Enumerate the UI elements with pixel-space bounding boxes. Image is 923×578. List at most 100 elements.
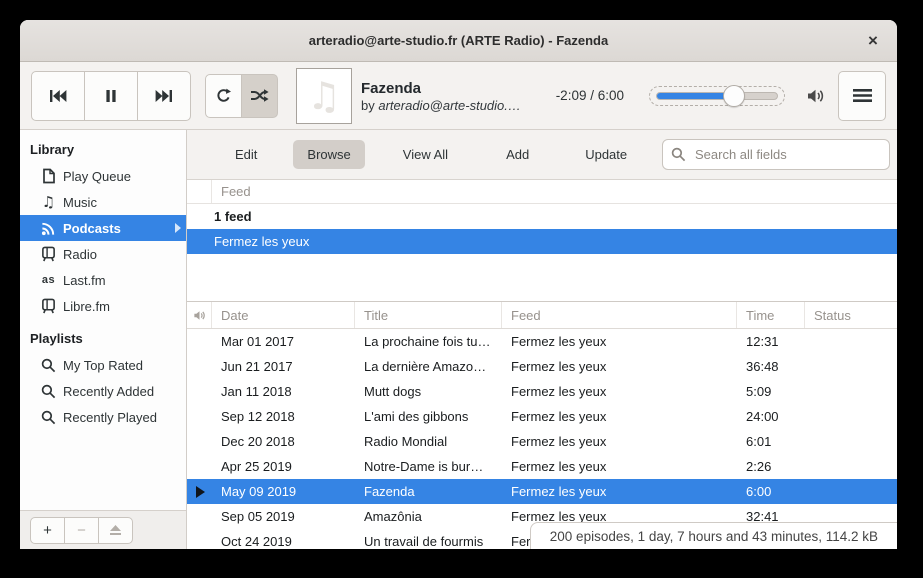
sidebar-item-music[interactable]: Music [20,189,186,215]
sidebar-item-my-top-rated[interactable]: My Top Rated [20,352,186,378]
table-row-selected[interactable]: May 09 2019 Fazenda Fermez les yeux 6:00 [187,479,897,504]
table-row[interactable]: Sep 12 2018 L'ami des gibbons Fermez les… [187,404,897,429]
search-icon [40,383,57,400]
table-row[interactable]: Apr 25 2019 Notre-Dame is bur… Fermez le… [187,454,897,479]
sidebar-item-recently-played[interactable]: Recently Played [20,404,186,430]
radio-icon [40,298,57,315]
sidebar-item-play-queue[interactable]: Play Queue [20,163,186,189]
app-window: arteradio@arte-studio.fr (ARTE Radio) - … [20,20,897,549]
sidebar-toolbar: + − [20,510,186,549]
previous-button[interactable] [31,71,85,121]
sidebar-item-librefm[interactable]: Libre.fm [20,293,186,319]
sidebar-item-label: Libre.fm [63,299,110,314]
minus-icon: − [77,522,86,539]
repeat-button[interactable] [205,74,242,118]
status-badge: 200 episodes, 1 day, 7 hours and 43 minu… [530,522,897,549]
sidebar-item-label: Recently Added [63,384,154,399]
track-artist: by arteradio@arte-studio.… [361,98,547,113]
source-toolbar: Edit Browse View All Add Update [187,130,897,180]
sidebar-item-label: Podcasts [63,221,121,236]
eject-icon [109,524,122,536]
sidebar-item-label: Play Queue [63,169,131,184]
remove-source-button[interactable]: − [64,517,99,544]
sidebar-item-recently-added[interactable]: Recently Added [20,378,186,404]
column-header-feed[interactable]: Feed [502,302,737,328]
sidebar-item-label: Radio [63,247,97,262]
column-header-title[interactable]: Title [355,302,502,328]
seek-slider[interactable] [649,86,785,106]
pause-button[interactable] [84,71,138,121]
table-row[interactable]: Mar 01 2017 La prochaine fois tu… Fermez… [187,329,897,354]
chevron-right-icon[interactable] [175,223,181,233]
feed-row[interactable]: Fermez les yeux [187,229,897,254]
track-info: Fazenda by arteradio@arte-studio.… [361,79,547,113]
window-title: arteradio@arte-studio.fr (ARTE Radio) - … [309,33,608,48]
table-row[interactable]: Jun 21 2017 La dernière Amazo… Fermez le… [187,354,897,379]
shuffle-icon [250,88,269,103]
pause-icon [103,89,119,103]
speaker-icon [193,310,206,321]
feed-name-label: arteradio@arte-studio.… [378,98,521,113]
table-row[interactable]: Jan 11 2018 Mutt dogs Fermez les yeux 5:… [187,379,897,404]
sidebar: Library Play Queue Music Podcasts Radio … [20,130,187,549]
plus-icon: + [43,522,52,539]
next-button[interactable] [137,71,191,121]
by-label: by [361,98,375,113]
main-panel: Edit Browse View All Add Update Feed 1 f… [187,130,897,549]
column-header-time[interactable]: Time [737,302,805,328]
album-art [296,68,352,124]
browse-button[interactable]: Browse [293,140,364,169]
search-icon [40,409,57,426]
menu-button[interactable] [838,71,886,121]
playlists-header: Playlists [20,319,186,352]
eject-button[interactable] [98,517,133,544]
add-button[interactable]: Add [492,140,543,169]
window-body: Library Play Queue Music Podcasts Radio … [20,130,897,549]
speaker-icon [806,88,825,104]
skip-backward-icon [49,89,67,103]
close-button[interactable]: × [859,27,887,55]
search-box[interactable] [662,139,890,170]
seek-handle[interactable] [723,85,745,107]
update-button[interactable]: Update [571,140,641,169]
column-header-playing[interactable] [187,302,212,328]
repeat-icon [215,88,232,103]
feed-browser: Feed 1 feed Fermez les yeux [187,180,897,302]
lastfm-icon [40,272,57,289]
feed-column-label: Feed [212,184,251,199]
sidebar-item-podcasts[interactable]: Podcasts [20,215,186,241]
sidebar-item-label: Last.fm [63,273,106,288]
feed-summary-row[interactable]: 1 feed [187,204,897,229]
episode-table: Date Title Feed Time Status Mar 01 2017 … [187,302,897,549]
playback-mode-controls [205,74,278,118]
sidebar-item-label: My Top Rated [63,358,143,373]
player-toolbar: Fazenda by arteradio@arte-studio.… -2:09… [20,62,897,130]
music-note-icon [40,194,57,211]
seek-trough[interactable] [656,92,778,100]
sidebar-item-lastfm[interactable]: Last.fm [20,267,186,293]
table-row[interactable]: Dec 20 2018 Radio Mondial Fermez les yeu… [187,429,897,454]
feed-column-header[interactable]: Feed [187,180,897,204]
edit-button[interactable]: Edit [221,140,271,169]
playing-indicator-cell [187,486,212,498]
document-icon [40,168,57,185]
track-title: Fazenda [361,79,547,98]
sidebar-item-label: Recently Played [63,410,157,425]
close-icon: × [868,31,878,50]
view-all-button[interactable]: View All [389,140,462,169]
column-header-date[interactable]: Date [212,302,355,328]
transport-controls [31,71,191,121]
volume-button[interactable] [806,88,825,104]
sidebar-item-label: Music [63,195,97,210]
titlebar[interactable]: arteradio@arte-studio.fr (ARTE Radio) - … [20,20,897,62]
music-note-icon [307,74,341,118]
column-header-status[interactable]: Status [805,302,897,328]
search-icon [671,147,686,162]
search-input[interactable] [693,146,881,163]
add-source-button[interactable]: + [30,517,65,544]
sidebar-item-radio[interactable]: Radio [20,241,186,267]
shuffle-button[interactable] [241,74,278,118]
rss-icon [40,220,57,237]
radio-icon [40,246,57,263]
feed-browser-empty-area [187,254,897,302]
